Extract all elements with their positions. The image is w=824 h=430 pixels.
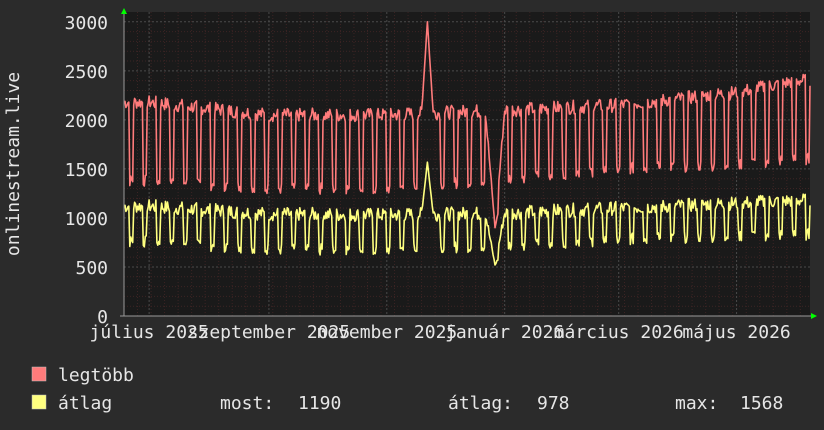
stat-avg-label: átlag: <box>448 393 513 414</box>
y-tick-labels: 050010001500200025003000 <box>65 13 108 328</box>
y-axis-arrow-icon <box>121 8 127 14</box>
y-tick-label: 500 <box>75 258 108 279</box>
x-tick-label: május 2026 <box>682 322 790 343</box>
legend-swatch-avg <box>31 394 47 410</box>
y-axis-label: onlinestream.live <box>3 72 24 256</box>
y-tick-label: 3000 <box>65 13 108 34</box>
x-tick-label: január 2026 <box>445 322 564 343</box>
stat-now-value: 1190 <box>298 393 341 414</box>
chart-svg: 050010001500200025003000 július 2025szep… <box>3 8 817 414</box>
stat-now-label: most: <box>220 393 274 414</box>
y-tick-label: 2500 <box>65 62 108 83</box>
legend-label-avg: átlag <box>58 393 112 414</box>
x-tick-label: november 2025 <box>316 322 457 343</box>
chart-window: 0 500 1000 1500 2000 2500 3000 július 2025 szep… <box>0 0 824 430</box>
stat-max-label: max: <box>675 393 718 414</box>
x-tick-labels: július 2025szeptember 2025november 2025j… <box>90 322 791 343</box>
legend-swatch-max <box>31 366 47 382</box>
y-tick-label: 2000 <box>65 111 108 132</box>
y-tick-label: 1500 <box>65 160 108 181</box>
stat-max-value: 1568 <box>740 393 783 414</box>
x-tick-label: március 2026 <box>554 322 684 343</box>
legend-label-max: legtöbb <box>58 365 134 386</box>
x-axis-arrow-icon <box>811 313 817 319</box>
y-tick-label: 1000 <box>65 209 108 230</box>
stat-avg-value: 978 <box>537 393 570 414</box>
